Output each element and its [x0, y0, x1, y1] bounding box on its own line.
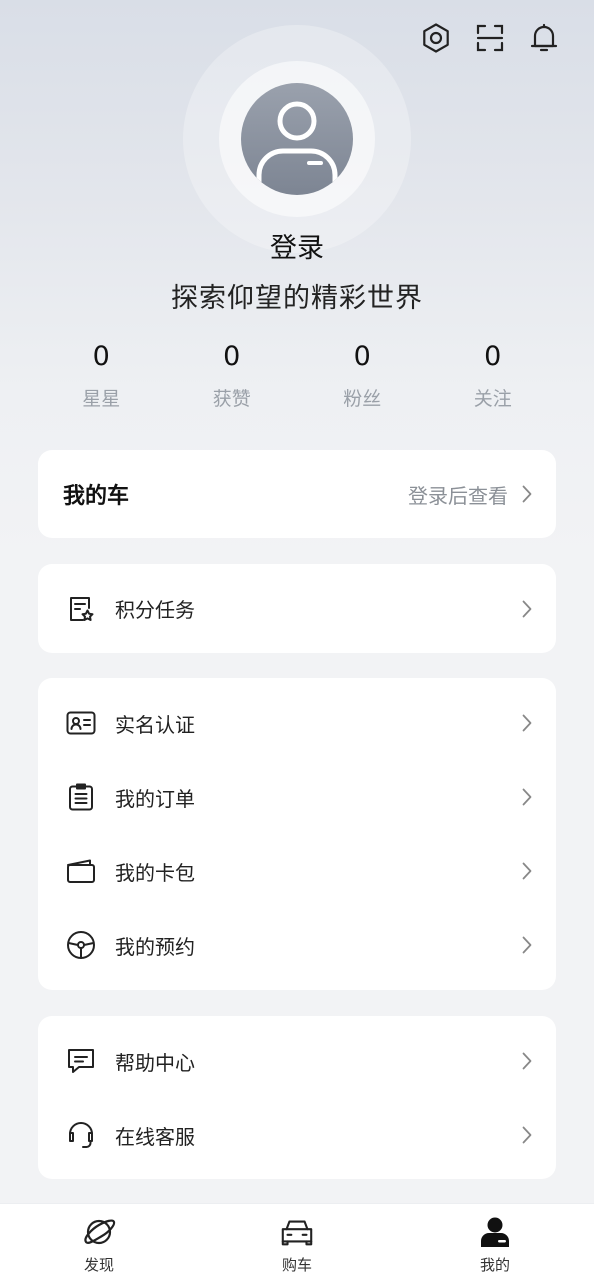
menu-item-label: 在线客服: [115, 1124, 195, 1149]
chevron-right-icon: [522, 862, 532, 880]
stat-value: 0: [484, 341, 502, 372]
tab-buy-car[interactable]: 购车: [198, 1204, 396, 1281]
stat-fans[interactable]: 0 粉丝: [297, 338, 428, 411]
tab-label: 购车: [281, 1256, 312, 1274]
menu-item-points-tasks[interactable]: 积分任务: [38, 564, 556, 653]
menu-item-card-wallet[interactable]: 我的卡包: [38, 834, 556, 908]
stat-label: 粉丝: [343, 388, 382, 410]
id-card-icon: [66, 708, 96, 738]
top-toolbar: [420, 20, 560, 56]
car-icon: [279, 1214, 315, 1250]
services-card: 实名认证 我的订单 我的卡包 我的预约: [38, 678, 556, 990]
my-car-title: 我的车: [63, 484, 130, 509]
chevron-right-icon: [522, 788, 532, 806]
chevron-right-icon: [522, 1126, 532, 1144]
profile-slogan: 探索仰望的精彩世界: [171, 283, 423, 314]
user-silhouette-icon: [256, 101, 338, 195]
avatar[interactable]: [241, 83, 353, 195]
bell-icon[interactable]: [528, 20, 560, 56]
menu-item-my-orders[interactable]: 我的订单: [38, 760, 556, 834]
chevron-right-icon: [522, 714, 532, 732]
chevron-right-icon: [522, 485, 532, 503]
stat-value: 0: [223, 341, 241, 372]
bottom-tab-bar: 发现 购车 我的: [0, 1203, 594, 1281]
wallet-icon: [66, 856, 96, 886]
tab-label: 我的: [479, 1256, 510, 1274]
person-icon: [477, 1214, 513, 1250]
stat-label: 星星: [82, 388, 121, 410]
menu-item-label: 我的预约: [115, 934, 195, 959]
message-icon: [66, 1046, 96, 1076]
menu-item-online-service[interactable]: 在线客服: [38, 1098, 556, 1172]
stats-bar: 0 星星 0 获赞 0 粉丝 0 关注: [36, 338, 558, 411]
steering-wheel-icon: [66, 930, 96, 960]
menu-item-label: 实名认证: [115, 712, 195, 737]
menu-item-label: 帮助中心: [115, 1050, 195, 1075]
my-car-card[interactable]: 我的车 登录后查看: [38, 450, 556, 538]
login-button[interactable]: 登录: [0, 226, 594, 265]
stat-value: 0: [92, 341, 110, 372]
menu-item-help-center[interactable]: 帮助中心: [38, 1024, 556, 1098]
stat-label: 获赞: [212, 388, 251, 410]
stat-stars[interactable]: 0 星星: [36, 338, 167, 411]
chevron-right-icon: [522, 600, 532, 617]
chevron-right-icon: [522, 936, 532, 954]
stat-value: 0: [353, 341, 371, 372]
order-icon: [66, 782, 96, 812]
tab-discover[interactable]: 发现: [0, 1204, 198, 1281]
tab-label: 发现: [83, 1256, 114, 1274]
menu-item-label: 我的订单: [115, 786, 195, 811]
scan-icon[interactable]: [474, 20, 506, 56]
points-task-icon: [66, 594, 96, 624]
my-car-login-hint: 登录后查看: [408, 483, 508, 508]
tasks-card: 积分任务: [38, 564, 556, 653]
menu-item-real-name-verification[interactable]: 实名认证: [38, 686, 556, 760]
support-card: 帮助中心 在线客服: [38, 1016, 556, 1179]
stat-likes[interactable]: 0 获赞: [167, 338, 298, 411]
menu-item-label: 积分任务: [115, 598, 195, 622]
settings-icon[interactable]: [420, 20, 452, 56]
menu-item-label: 我的卡包: [115, 860, 195, 885]
chevron-right-icon: [522, 1052, 532, 1070]
planet-icon: [81, 1214, 117, 1250]
stat-label: 关注: [473, 388, 512, 410]
stat-following[interactable]: 0 关注: [428, 338, 559, 411]
headset-icon: [66, 1120, 96, 1150]
tab-mine[interactable]: 我的: [396, 1204, 594, 1281]
menu-item-my-reservations[interactable]: 我的预约: [38, 908, 556, 982]
